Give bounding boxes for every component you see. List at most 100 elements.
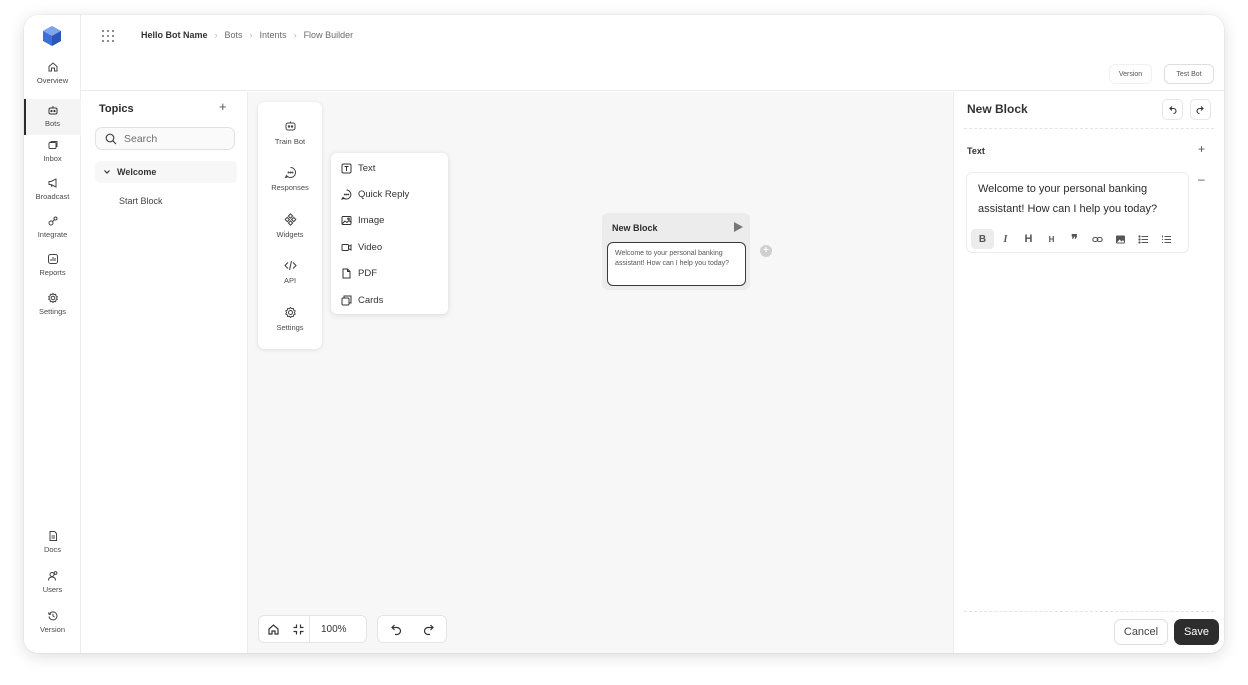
save-button[interactable]: Save: [1174, 619, 1219, 645]
fit-view-button[interactable]: [287, 616, 309, 642]
nav-label: Settings: [38, 307, 67, 316]
undo-icon: [1169, 106, 1177, 114]
nav-label: Bots: [44, 119, 60, 128]
add-connection-icon[interactable]: +: [760, 245, 772, 257]
nav-inbox[interactable]: Inbox: [24, 139, 81, 175]
heading1-icon[interactable]: H: [1017, 229, 1040, 249]
link-icon[interactable]: [1086, 229, 1109, 249]
video-icon: [341, 243, 352, 251]
tool-label: Settings: [276, 323, 304, 332]
topics-title: Topics: [99, 103, 134, 115]
nav-broadcast[interactable]: Broadcast: [24, 177, 81, 213]
cancel-button[interactable]: Cancel: [1114, 619, 1168, 645]
search-input[interactable]: [124, 132, 224, 145]
undo-button[interactable]: [378, 616, 412, 642]
block-message[interactable]: Welcome to your personal banking assista…: [607, 242, 746, 286]
add-topic-icon[interactable]: +: [219, 99, 227, 114]
responses-icon: [284, 167, 296, 179]
response-label: PDF: [358, 267, 377, 279]
tool-train-bot[interactable]: Train Bot: [258, 120, 322, 160]
tool-palette: Train Bot Responses Widgets API Settings: [258, 102, 322, 349]
version-button[interactable]: Version: [1109, 64, 1152, 84]
users-icon: [47, 571, 57, 581]
divider: [964, 128, 1214, 129]
flow-block[interactable]: New Block Welcome to your personal banki…: [602, 213, 750, 290]
bold-icon[interactable]: B: [971, 229, 994, 249]
undo-icon: [390, 624, 401, 635]
nav-settings[interactable]: Settings: [24, 292, 81, 328]
response-text[interactable]: Text: [341, 160, 375, 176]
chevron-right-icon: ›: [214, 30, 218, 40]
panel-undo-button[interactable]: [1162, 99, 1183, 120]
nav-users[interactable]: Users: [24, 570, 81, 606]
topic-group-welcome[interactable]: Welcome: [95, 161, 237, 183]
zoom-level[interactable]: 100%: [309, 616, 358, 642]
response-label: Cards: [358, 294, 384, 306]
chevron-right-icon: ›: [249, 30, 253, 40]
gear-icon: [284, 306, 296, 319]
block-editor-panel: New Block Text + – Welcome to your perso…: [953, 92, 1224, 653]
tool-widgets[interactable]: Widgets: [258, 213, 322, 253]
tool-settings[interactable]: Settings: [258, 306, 322, 346]
italic-icon[interactable]: I: [994, 229, 1017, 249]
home-view-button[interactable]: [259, 616, 287, 642]
response-cards[interactable]: Cards: [341, 292, 383, 308]
test-bot-button[interactable]: Test Bot: [1164, 64, 1214, 84]
image-icon[interactable]: [1109, 229, 1132, 249]
apps-grid-icon[interactable]: [101, 29, 115, 43]
chat-icon: [341, 189, 352, 200]
bot-icon: [48, 106, 57, 115]
redo-icon: [1196, 106, 1204, 114]
inbox-icon: [48, 141, 57, 149]
editor-content[interactable]: Welcome to your personal banking assista…: [978, 179, 1183, 219]
breadcrumb-item[interactable]: Intents: [260, 30, 287, 40]
chevron-down-icon: [104, 170, 110, 174]
top-header: Hello Bot Name › Bots › Intents › Flow B…: [81, 15, 1224, 57]
megaphone-icon: [48, 178, 56, 188]
section-label: Text: [967, 146, 985, 156]
flow-canvas[interactable]: Train Bot Responses Widgets API Settings: [248, 92, 953, 653]
nav-label: Reports: [39, 268, 66, 277]
tool-label: API: [283, 276, 297, 285]
panel-title: New Block: [967, 102, 1028, 116]
response-quick-reply[interactable]: Quick Reply: [341, 186, 409, 202]
nav-overview[interactable]: Overview: [24, 61, 81, 97]
response-image[interactable]: Image: [341, 212, 384, 228]
response-video[interactable]: Video: [341, 239, 382, 255]
topic-item-start-block[interactable]: Start Block: [119, 196, 163, 206]
breadcrumb-item[interactable]: Bots: [225, 30, 243, 40]
pdf-icon: [342, 268, 351, 278]
tool-api[interactable]: API: [258, 259, 322, 299]
bullet-list-icon[interactable]: [1132, 229, 1155, 249]
nav-integrate[interactable]: Integrate: [24, 215, 81, 251]
nav-version[interactable]: Version: [24, 610, 81, 646]
nav-docs[interactable]: Docs: [24, 530, 81, 566]
redo-button[interactable]: [412, 616, 446, 642]
add-text-icon[interactable]: +: [1198, 142, 1205, 156]
remove-text-icon[interactable]: –: [1198, 172, 1205, 186]
integrate-icon: [48, 216, 57, 226]
search-icon: [105, 133, 117, 144]
nav-reports[interactable]: Reports: [24, 253, 81, 289]
panel-redo-button[interactable]: [1190, 99, 1211, 120]
formatting-toolbar: B I H H ❞: [971, 229, 1178, 249]
text-editor[interactable]: Welcome to your personal banking assista…: [966, 172, 1189, 253]
breadcrumb-item[interactable]: Hello Bot Name: [141, 30, 208, 40]
tool-label: Train Bot: [274, 137, 306, 146]
breadcrumb: Hello Bot Name › Bots › Intents › Flow B…: [141, 30, 353, 40]
quote-icon[interactable]: ❞: [1063, 229, 1086, 249]
heading2-icon[interactable]: H: [1040, 229, 1063, 249]
nav-label: Integrate: [37, 230, 68, 239]
canvas-history-controls: [377, 615, 447, 643]
response-label: Image: [358, 214, 385, 226]
nav-label: Broadcast: [35, 192, 70, 201]
play-icon[interactable]: [734, 222, 743, 232]
nav-bots[interactable]: Bots: [24, 99, 81, 135]
nav-label: Users: [42, 585, 63, 594]
home-icon: [48, 62, 57, 72]
nav-label: Inbox: [43, 154, 62, 163]
tool-responses[interactable]: Responses: [258, 166, 322, 206]
redo-icon: [423, 624, 434, 635]
response-pdf[interactable]: PDF: [341, 265, 377, 281]
numbered-list-icon[interactable]: [1155, 229, 1178, 249]
